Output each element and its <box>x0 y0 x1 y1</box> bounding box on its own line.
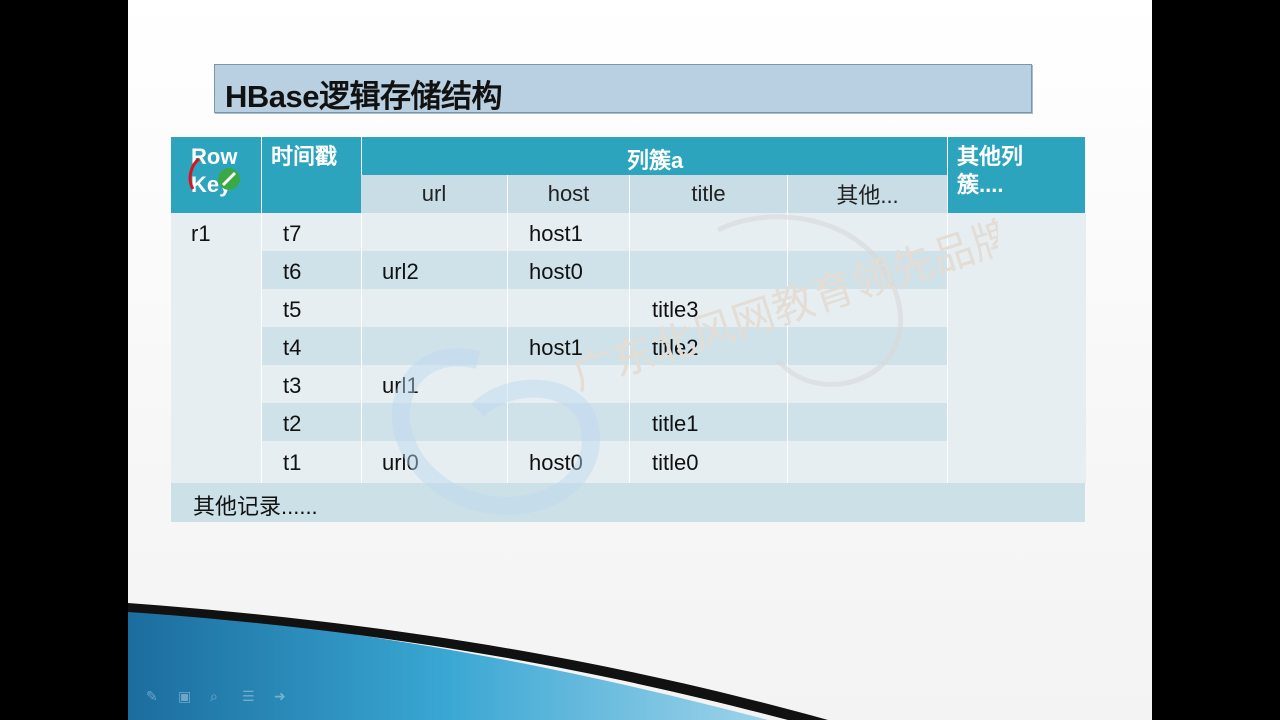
other-records-label: 其他记录...... <box>193 494 318 519</box>
slide-title: HBase逻辑存储结构 <box>225 79 503 114</box>
menu-icon[interactable]: ☰ <box>242 688 260 706</box>
table-row <box>261 441 947 483</box>
table-row <box>261 289 947 327</box>
row-2-ts: t5 <box>283 297 302 322</box>
row-3-ts: t4 <box>283 335 302 360</box>
row-1-url: url2 <box>382 259 419 284</box>
row-5-title: title1 <box>652 411 699 436</box>
presentation-toolbar: ✎ ▣ ⌕ ☰ ➜ <box>146 688 292 706</box>
column-other-header: 其他... <box>787 175 947 213</box>
row-4-url: url1 <box>382 373 419 398</box>
header-timestamp-label: 时间戳 <box>271 144 338 169</box>
row-1-ts: t6 <box>283 259 302 284</box>
search-icon[interactable]: ⌕ <box>210 688 228 706</box>
title-box: HBase逻辑存储结构 <box>214 64 1032 114</box>
table-row <box>261 327 947 365</box>
slide: HBase逻辑存储结构 Row Key 时间戳 列簇a 其他列簇.... url… <box>128 0 1152 720</box>
row-3-host: host1 <box>529 335 583 360</box>
row-0-ts: t7 <box>283 221 302 246</box>
row-0-host: host1 <box>529 221 583 246</box>
pen-annotation-icon <box>188 157 240 190</box>
column-title-header: title <box>629 175 787 213</box>
row-4-ts: t3 <box>283 373 302 398</box>
hbase-table: Row Key 时间戳 列簇a 其他列簇.... url host title … <box>171 137 1086 522</box>
row-3-title: title2 <box>652 335 699 360</box>
table-row <box>261 403 947 441</box>
row-key-value: r1 <box>191 221 211 246</box>
row-1-host: host0 <box>529 259 583 284</box>
row-2-title: title3 <box>652 297 699 322</box>
row-5-ts: t2 <box>283 411 302 436</box>
other-records-row: 其他记录...... <box>171 483 1085 522</box>
pen-icon[interactable]: ✎ <box>146 688 164 706</box>
header-other-families-label: 其他列簇.... <box>957 144 1024 197</box>
other-families-column <box>947 213 1086 483</box>
table-row <box>261 251 947 289</box>
column-url-header: url <box>361 175 507 213</box>
pointer-icon[interactable]: ➜ <box>274 688 292 706</box>
row-6-host: host0 <box>529 450 583 475</box>
row-6-ts: t1 <box>283 450 302 475</box>
column-host-header: host <box>507 175 629 213</box>
row-6-url: url0 <box>382 450 419 475</box>
table-row <box>261 365 947 403</box>
table-row <box>261 213 947 251</box>
slide-icon[interactable]: ▣ <box>178 688 196 706</box>
row-key-column <box>171 213 261 483</box>
row-6-title: title0 <box>652 450 699 475</box>
header-family-a-label: 列簇a <box>627 148 684 173</box>
